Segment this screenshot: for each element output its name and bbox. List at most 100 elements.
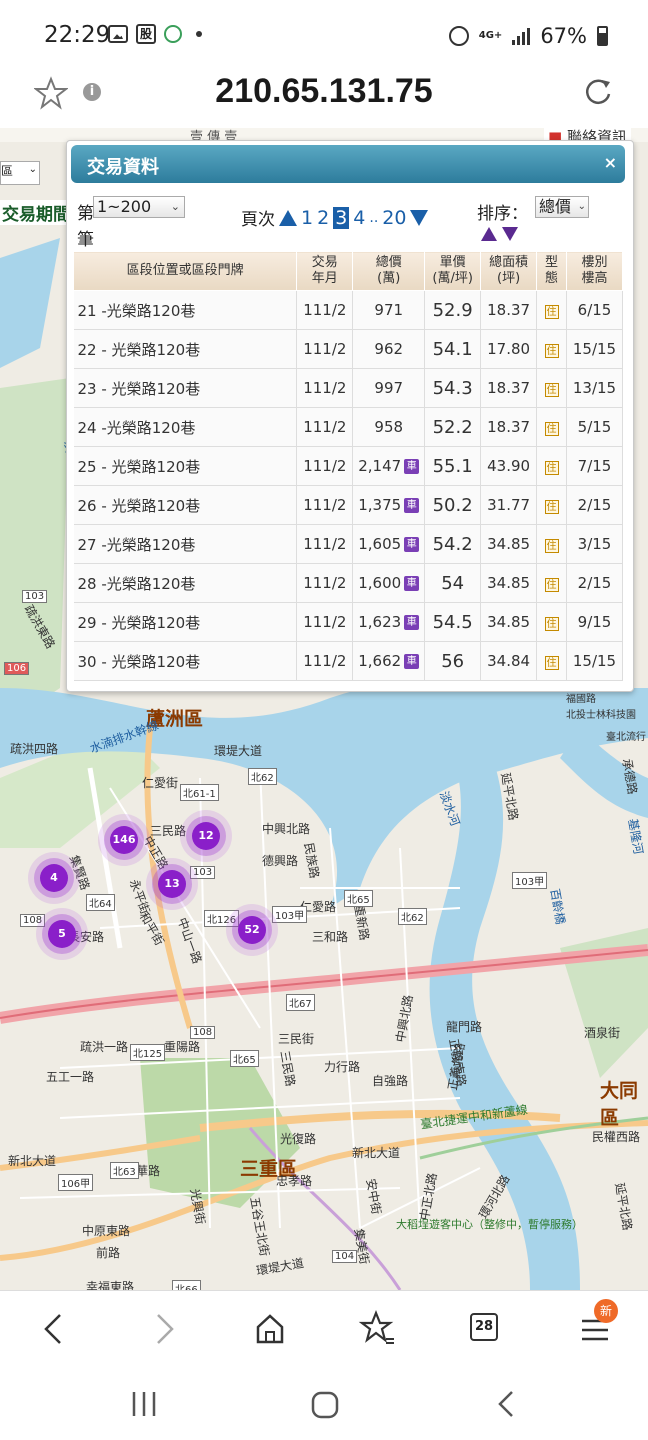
home-icon[interactable] <box>250 1309 290 1349</box>
road-number: 106 <box>4 662 30 675</box>
cell-unit-price: 54 <box>424 563 482 603</box>
map-cluster[interactable]: 146 <box>110 826 138 854</box>
url-bar: i 210.65.131.75 <box>0 72 648 128</box>
system-nav-bar <box>0 1366 648 1440</box>
left-select[interactable]: 區 ⌄ <box>0 161 40 185</box>
cell-total-price: 1,623 車 <box>352 602 426 642</box>
status-bar: 22:29 股 4G+ 67% <box>0 0 648 72</box>
home-nav-icon[interactable] <box>310 1390 340 1420</box>
table-row[interactable]: 21 -光榮路120巷 111/2 971 52.9 18.37 住 6/15 <box>73 290 623 330</box>
recent-apps-icon[interactable] <box>128 1390 160 1418</box>
header-floor[interactable]: 樓別 樓高 <box>566 251 623 291</box>
cell-unit-price: 56 <box>424 641 482 681</box>
cell-address: 23 - 光榮路120巷 <box>73 368 298 408</box>
table-row[interactable]: 30 - 光榮路120巷 111/2 1,662 車 56 34.84 住 15/15 <box>73 641 623 681</box>
record-range-select[interactable]: 1~200 ⌄ <box>93 196 185 218</box>
table-row[interactable]: 23 - 光榮路120巷 111/2 997 54.3 18.37 住 13/15 <box>73 368 623 408</box>
table-row[interactable]: 22 - 光榮路120巷 111/2 962 54.1 17.80 住 15/15 <box>73 329 623 369</box>
sort-direction <box>481 227 518 241</box>
reload-icon[interactable] <box>582 76 614 108</box>
page-link[interactable]: 20 <box>382 207 406 229</box>
cell-address: 28 -光榮路120巷 <box>73 563 298 603</box>
cell-type: 住 <box>536 368 567 408</box>
header-total-price[interactable]: 總價 (萬) <box>352 251 426 291</box>
table-row[interactable]: 28 -光榮路120巷 111/2 1,600 車 54 34.85 住 2/15 <box>73 563 623 603</box>
header-date[interactable]: 交易 年月 <box>296 251 354 291</box>
header-unit-price[interactable]: 單價 (萬/坪) <box>424 251 482 291</box>
cell-date: 111/2 <box>296 524 354 564</box>
table-body: 21 -光榮路120巷 111/2 971 52.9 18.37 住 6/15 22 - 光榮… <box>73 290 623 681</box>
total-price-value: 1,600 <box>358 574 402 592</box>
header-area[interactable]: 總面積 (坪) <box>480 251 538 291</box>
cell-type: 住 <box>536 329 567 369</box>
parking-icon[interactable]: 車 <box>404 498 420 513</box>
cell-address: 25 - 光榮路120巷 <box>73 446 298 486</box>
table-row[interactable]: 24 -光榮路120巷 111/2 958 52.2 18.37 住 5/15 <box>73 407 623 447</box>
android-face-icon <box>164 25 182 43</box>
page-current: 3 <box>333 206 350 229</box>
map-label: 德興路 <box>262 854 299 868</box>
header-type[interactable]: 型 態 <box>536 251 567 291</box>
sort-label: 排序： <box>477 204 528 224</box>
table-row[interactable]: 26 - 光榮路120巷 111/2 1,375 車 50.2 31.77 住 2/15 <box>73 485 623 525</box>
cell-total-price: 1,375 車 <box>352 485 426 525</box>
bookmarks-icon[interactable] <box>358 1309 398 1349</box>
road-number: 北62 <box>398 908 427 925</box>
road-number: 北67 <box>286 994 315 1011</box>
cell-unit-price: 52.2 <box>424 407 482 447</box>
road-number: 103 <box>22 590 48 603</box>
parking-icon[interactable]: 車 <box>404 615 420 630</box>
parking-icon[interactable]: 車 <box>404 654 420 669</box>
table-row[interactable]: 29 - 光榮路120巷 111/2 1,623 車 54.5 34.85 住 9/15 <box>73 602 623 642</box>
chevron-down-icon: ⌄ <box>170 200 180 213</box>
parking-icon[interactable]: 車 <box>404 537 420 552</box>
gallery-icon <box>108 25 128 43</box>
residential-icon: 住 <box>544 344 559 358</box>
forward-icon[interactable] <box>144 1309 184 1349</box>
back-nav-icon[interactable] <box>494 1390 518 1418</box>
url-text[interactable]: 210.65.131.75 <box>0 72 648 111</box>
back-icon[interactable] <box>34 1309 74 1349</box>
map-cluster[interactable]: 13 <box>158 870 186 898</box>
cell-total-price: 997 <box>352 368 426 408</box>
map-label: 環堤大道 <box>214 744 263 758</box>
close-button[interactable]: × <box>604 153 617 172</box>
sort-asc-icon[interactable] <box>481 227 497 241</box>
cell-date: 111/2 <box>296 329 354 369</box>
signal-icon <box>512 27 531 45</box>
battery-percent: 67% <box>540 24 587 48</box>
road-number: 北65 <box>344 890 373 907</box>
road-number: 北125 <box>130 1044 166 1061</box>
header-address[interactable]: 區段位置或區段門牌 <box>72 251 298 291</box>
cell-total-price: 1,605 車 <box>352 524 426 564</box>
next-page-arrow-icon[interactable] <box>410 209 429 226</box>
map-cluster[interactable]: 12 <box>192 822 220 850</box>
cell-unit-price: 54.2 <box>424 524 482 564</box>
cell-type: 住 <box>536 641 567 681</box>
cell-floor: 13/15 <box>566 368 623 408</box>
cell-area: 34.85 <box>480 524 538 564</box>
road-number: 北64 <box>86 894 115 911</box>
cell-floor: 15/15 <box>566 641 623 681</box>
page-link[interactable]: 2 <box>317 207 329 229</box>
page-link[interactable]: 4 <box>353 207 365 229</box>
map-cluster[interactable]: 4 <box>40 864 68 892</box>
prev-page-arrow-icon[interactable] <box>279 209 297 226</box>
map-cluster[interactable]: 52 <box>238 916 266 944</box>
map-cluster[interactable]: 5 <box>48 920 76 948</box>
residential-icon: 住 <box>544 656 559 670</box>
sort-desc-icon[interactable] <box>502 227 518 241</box>
map-label: 酒泉街 <box>584 1026 621 1040</box>
battery-icon <box>597 26 608 46</box>
table-row[interactable]: 27 -光榮路120巷 111/2 1,605 車 54.2 34.85 住 3/15 <box>73 524 623 564</box>
parking-icon[interactable]: 車 <box>404 459 420 474</box>
page-link[interactable]: 1 <box>301 207 313 229</box>
tabs-button[interactable]: 28 <box>470 1313 498 1341</box>
road-number: 北62 <box>248 768 277 785</box>
cell-date: 111/2 <box>296 290 354 330</box>
parking-icon[interactable]: 車 <box>404 576 420 591</box>
sort-select[interactable]: 總價 ⌄ <box>535 196 589 218</box>
new-badge: 新 <box>594 1299 618 1323</box>
table-row[interactable]: 25 - 光榮路120巷 111/2 2,147 車 55.1 43.90 住 7/15 <box>73 446 623 486</box>
status-time: 22:29 <box>44 22 111 48</box>
